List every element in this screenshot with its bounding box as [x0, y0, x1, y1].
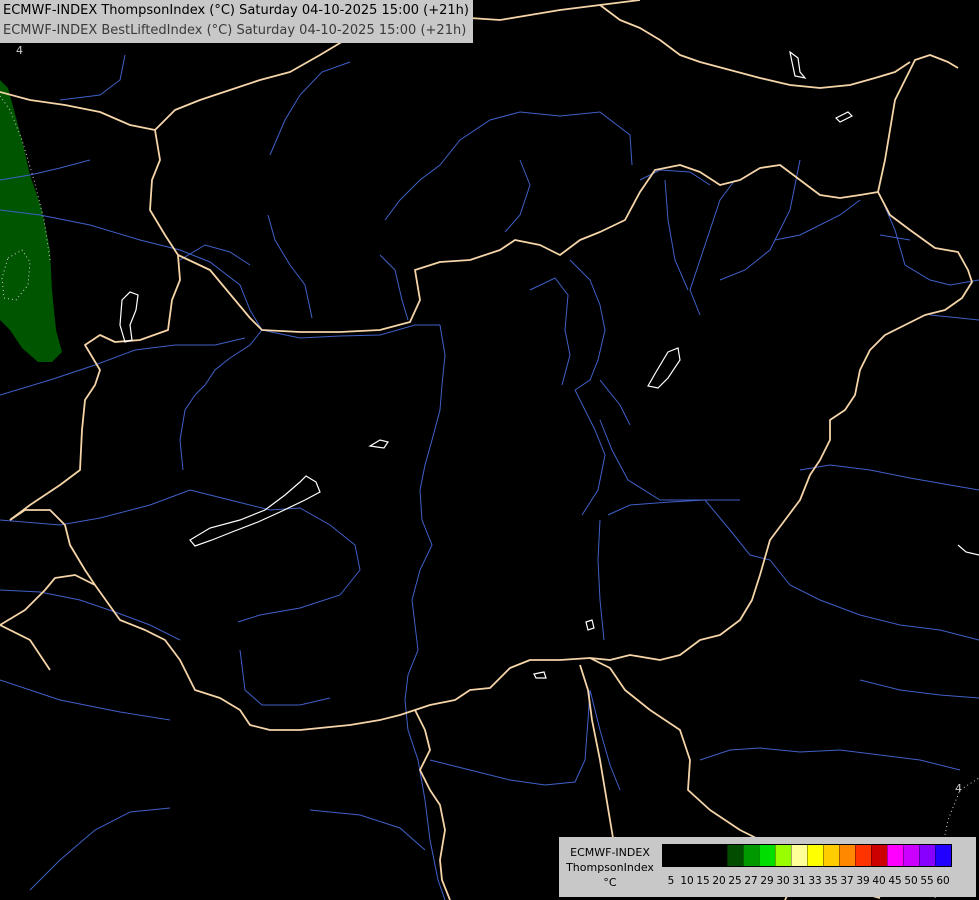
legend-swatch: [727, 845, 743, 866]
legend-swatch: [743, 845, 759, 866]
lakes: [119, 50, 979, 679]
lake: [585, 619, 595, 631]
legend-tick-label: 35: [824, 875, 838, 887]
legend-swatch: [935, 845, 951, 866]
legend-title: ECMWF-INDEX ThompsonIndex °C: [561, 845, 659, 890]
rivers: [0, 54, 979, 900]
legend-tick-label: 27: [744, 875, 758, 887]
contour-label: 4: [16, 44, 23, 57]
legend-tick-label: 33: [808, 875, 822, 887]
lake: [647, 347, 681, 389]
lake: [533, 671, 547, 679]
legend-swatch: [663, 845, 679, 866]
weather-map: 4 4: [0, 0, 979, 900]
legend-tick-label: 45: [888, 875, 902, 887]
thompson-index-field: [0, 80, 62, 362]
legend-tick-label: 40: [872, 875, 886, 887]
legend-tick-label: 5: [667, 875, 675, 887]
legend-swatch: [823, 845, 839, 866]
legend-tick-label: 15: [696, 875, 710, 887]
lifted-index-title: ECMWF-INDEX BestLiftedIndex (°C) Saturda…: [3, 23, 467, 38]
legend-tick-label: 37: [840, 875, 854, 887]
legend-tick-label: 29: [760, 875, 774, 887]
legend-tick-label: 31: [792, 875, 806, 887]
legend-swatch: [855, 845, 871, 866]
legend-swatch: [871, 845, 887, 866]
legend-parameter: ThompsonIndex: [566, 861, 654, 874]
legend-swatch: [759, 845, 775, 866]
legend-swatch: [807, 845, 823, 866]
legend-swatch: [903, 845, 919, 866]
legend-swatches: [662, 844, 952, 867]
legend-tick-label: 30: [776, 875, 790, 887]
legend-swatch: [775, 845, 791, 866]
legend-swatch: [839, 845, 855, 866]
lake: [368, 439, 389, 449]
legend-tick-label: 20: [712, 875, 726, 887]
legend-swatch: [711, 845, 727, 866]
lake-neusiedl: [119, 291, 139, 343]
legend-tick-label: 55: [920, 875, 934, 887]
country-borders: [0, 0, 973, 900]
legend-tick-label: 25: [728, 875, 742, 887]
legend-tick-label: 39: [856, 875, 870, 887]
lake: [789, 50, 807, 79]
legend-unit: °C: [603, 876, 617, 889]
lake: [834, 111, 854, 123]
legend-swatch: [791, 845, 807, 866]
legend-swatch: [695, 845, 711, 866]
legend-swatch: [887, 845, 903, 866]
contour-label: 4: [955, 782, 962, 795]
legend-tick-label: 10: [680, 875, 694, 887]
legend-tick-label: 60: [936, 875, 950, 887]
color-legend: ECMWF-INDEX ThompsonIndex °C 5 10 15 20 25 27…: [559, 837, 976, 897]
legend-tick-label: 50: [904, 875, 918, 887]
lake-balaton: [189, 475, 321, 547]
legend-model: ECMWF-INDEX: [570, 846, 650, 859]
thompson-index-title: ECMWF-INDEX ThompsonIndex (°C) Saturday …: [3, 3, 469, 18]
legend-swatch: [919, 845, 935, 866]
legend-swatch: [679, 845, 695, 866]
coastline: [957, 544, 979, 556]
map-title-box: ECMWF-INDEX ThompsonIndex (°C) Saturday …: [0, 0, 473, 43]
